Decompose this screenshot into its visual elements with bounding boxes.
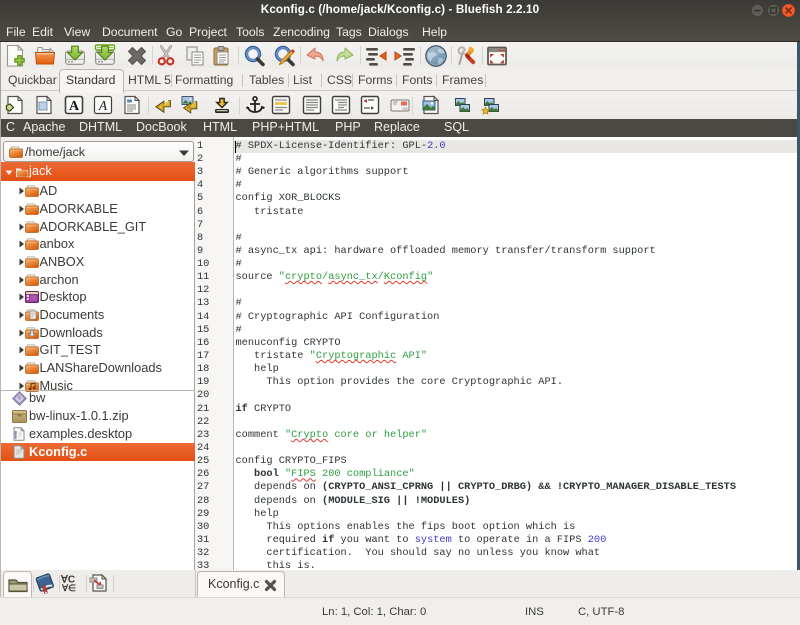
svg-text:A: A	[69, 99, 80, 114]
svg-text:∀∈: ∀∈	[61, 583, 76, 593]
svg-text:A: A	[98, 98, 108, 113]
